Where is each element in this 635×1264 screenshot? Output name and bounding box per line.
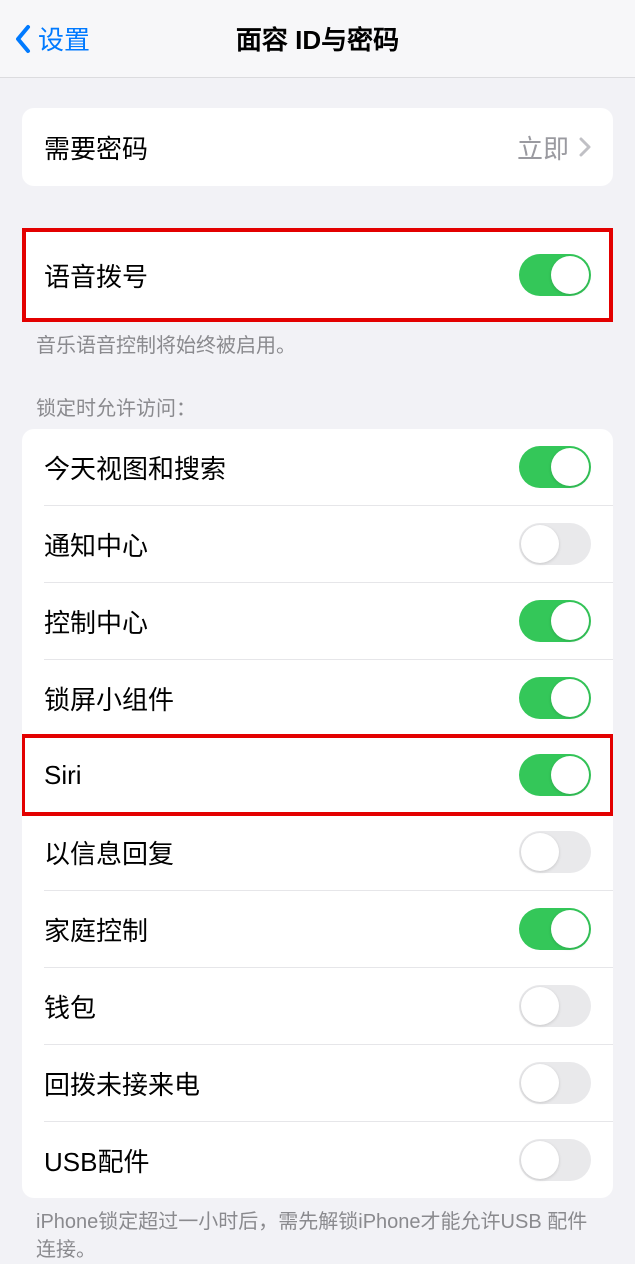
- back-button[interactable]: 设置: [0, 20, 90, 57]
- chevron-right-icon: [579, 137, 591, 157]
- lock-section-footer: iPhone锁定超过一小时后，需先解锁iPhone才能允许USB 配件连接。: [0, 1198, 635, 1264]
- toggle[interactable]: [519, 677, 591, 719]
- chevron-left-icon: [14, 24, 32, 54]
- voice-dial-footer: 音乐语音控制将始终被启用。: [0, 322, 635, 360]
- list-item: 钱包: [22, 968, 613, 1044]
- toggle-row: 今天视图和搜索: [22, 429, 613, 505]
- voice-dial-row: 语音拨号: [22, 228, 613, 322]
- toggle[interactable]: [519, 1139, 591, 1181]
- toggle-knob: [551, 679, 589, 717]
- toggle-row: Siri: [22, 737, 613, 813]
- toggle-row: 锁屏小组件: [22, 660, 613, 736]
- list-item: 锁屏小组件: [22, 660, 613, 736]
- toggle[interactable]: [519, 446, 591, 488]
- list-item: 回拨未接来电: [22, 1045, 613, 1121]
- toggle[interactable]: [519, 600, 591, 642]
- toggle-knob: [521, 833, 559, 871]
- toggle-row: 钱包: [22, 968, 613, 1044]
- list-item: USB配件: [22, 1122, 613, 1198]
- toggle-row-label: 回拨未接来电: [44, 1065, 200, 1102]
- toggle-row-label: 家庭控制: [44, 911, 148, 948]
- navigation-header: 设置 面容 ID与密码: [0, 0, 635, 78]
- toggle-row-label: Siri: [44, 760, 82, 791]
- lock-section-header: 锁定时允许访问：: [0, 360, 635, 429]
- toggle-row: 通知中心: [22, 506, 613, 582]
- toggle[interactable]: [519, 754, 591, 796]
- toggle-row-label: 今天视图和搜索: [44, 449, 226, 486]
- toggle-row-label: 锁屏小组件: [44, 680, 174, 717]
- require-passcode-value: 立即: [517, 129, 591, 166]
- voice-dial-label: 语音拨号: [44, 257, 148, 294]
- toggle-row: 家庭控制: [22, 891, 613, 967]
- toggle-knob: [551, 256, 589, 294]
- toggle[interactable]: [519, 985, 591, 1027]
- toggle-knob: [521, 987, 559, 1025]
- voice-dial-group: 语音拨号: [22, 228, 613, 322]
- toggle[interactable]: [519, 523, 591, 565]
- toggle[interactable]: [519, 1062, 591, 1104]
- toggle[interactable]: [519, 908, 591, 950]
- toggle-row-label: 通知中心: [44, 526, 148, 563]
- list-item: 通知中心: [22, 506, 613, 582]
- toggle-row: 以信息回复: [22, 814, 613, 890]
- voice-dial-highlight: 语音拨号: [22, 228, 613, 322]
- require-passcode-group: 需要密码 立即: [22, 108, 613, 186]
- toggle-knob: [551, 910, 589, 948]
- toggle-row-label: USB配件: [44, 1142, 149, 1179]
- list-item: 以信息回复: [22, 814, 613, 890]
- list-item: 家庭控制: [22, 891, 613, 967]
- list-item: Siri: [22, 737, 613, 813]
- toggle-knob: [551, 448, 589, 486]
- toggle-row-label: 钱包: [44, 988, 96, 1025]
- toggle-knob: [521, 1064, 559, 1102]
- content: 需要密码 立即 语音拨号 音乐语音控制将始终被启用。 锁定时允许访问：: [0, 108, 635, 1264]
- lock-access-group: 今天视图和搜索通知中心控制中心锁屏小组件 Siri 以信息回复家庭控制钱包回拨未接来…: [22, 429, 613, 1198]
- toggle-knob: [521, 1141, 559, 1179]
- list-item: 今天视图和搜索: [22, 429, 613, 505]
- require-passcode-row[interactable]: 需要密码 立即: [22, 108, 613, 186]
- toggle-knob: [551, 602, 589, 640]
- toggle-row: USB配件: [22, 1122, 613, 1198]
- list-item: 控制中心: [22, 583, 613, 659]
- toggle-row-label: 控制中心: [44, 603, 148, 640]
- voice-dial-toggle[interactable]: [519, 254, 591, 296]
- toggle-row: 控制中心: [22, 583, 613, 659]
- page-title: 面容 ID与密码: [0, 20, 635, 57]
- back-label: 设置: [38, 20, 90, 57]
- require-passcode-value-text: 立即: [517, 129, 569, 166]
- toggle-knob: [551, 756, 589, 794]
- toggle-row-label: 以信息回复: [44, 834, 174, 871]
- toggle-row: 回拨未接来电: [22, 1045, 613, 1121]
- require-passcode-label: 需要密码: [44, 129, 148, 166]
- toggle[interactable]: [519, 831, 591, 873]
- toggle-knob: [521, 525, 559, 563]
